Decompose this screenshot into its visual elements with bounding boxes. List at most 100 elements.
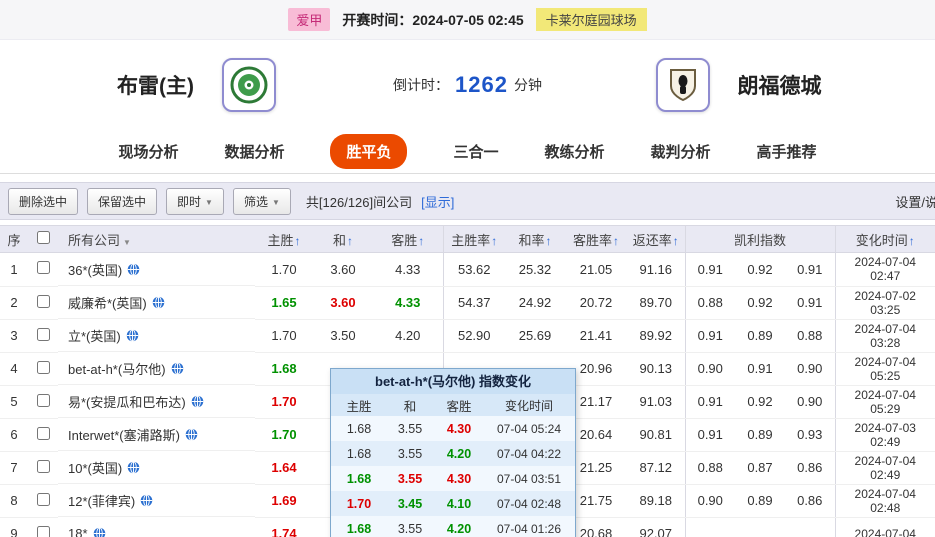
select-all-checkbox[interactable] — [36, 231, 50, 244]
change-hour: 03:25 — [870, 302, 901, 317]
company-cell[interactable]: 立*(英国) — [58, 319, 255, 352]
kelly-draw-cell: 0.92 — [735, 286, 785, 320]
header-away-label: 客胜 — [391, 232, 418, 248]
company-name: 12*(菲律宾) — [68, 493, 136, 509]
row-checkbox[interactable] — [36, 294, 50, 308]
home-odds-cell: 1.64 — [255, 451, 313, 485]
company-cell[interactable]: bet-at-h*(马尔他) — [58, 352, 255, 385]
filter-caret-icon: ▼ — [123, 237, 131, 247]
globe-icon — [171, 361, 183, 375]
row-checkbox[interactable] — [36, 327, 50, 341]
home-odds-cell: 1.74 — [255, 517, 313, 537]
row-checkbox[interactable] — [36, 459, 50, 473]
kelly-home-cell: 0.91 — [685, 252, 735, 287]
company-name: bet-at-h*(马尔他) — [68, 361, 166, 377]
popup-rows: 1.68 3.55 4.30 07-04 05:24 1.68 3.55 4.2… — [331, 416, 575, 537]
instant-dropdown[interactable]: 即时 ▼ — [166, 187, 224, 215]
popup-header-time: 变化时间 — [504, 398, 553, 413]
kelly-draw-cell: 0.89 — [735, 319, 785, 353]
sort-asc-icon: ↑ — [908, 233, 915, 248]
header-change-time[interactable]: 变化时间↑ — [835, 225, 935, 253]
row-checkbox-cell — [28, 451, 58, 485]
home-rate-cell: 52.90 — [443, 319, 505, 353]
chevron-down-icon: ▼ — [271, 197, 280, 207]
company-name: Interwet*(塞浦路斯) — [68, 427, 180, 443]
header-home-label: 主胜 — [267, 232, 294, 248]
change-date: 2024-07-04 — [854, 486, 916, 501]
popup-home-odds: 1.68 — [346, 446, 372, 461]
globe-icon — [127, 262, 140, 276]
row-checkbox[interactable] — [36, 393, 50, 407]
header-company[interactable]: 所有公司 ▼ — [58, 225, 255, 253]
header-home-odds[interactable]: 主胜↑ — [255, 225, 313, 253]
tab-referee-analysis[interactable]: 裁判分析 — [651, 141, 711, 162]
header-company-label: 所有公司 — [68, 232, 121, 248]
return-rate-cell: 92.07 — [627, 517, 686, 537]
delete-selected-button[interactable]: 删除选中 — [8, 187, 79, 215]
popup-home-odds: 1.68 — [346, 421, 372, 436]
keep-selected-button[interactable]: 保留选中 — [87, 187, 158, 215]
company-cell[interactable]: 威廉希*(英国) — [58, 286, 255, 319]
popup-row: 1.68 3.55 4.30 07-04 03:51 — [331, 466, 575, 491]
tab-win-draw-lose[interactable]: 胜平负 — [330, 134, 408, 169]
globe-icon — [127, 460, 140, 474]
row-checkbox-cell — [28, 517, 58, 537]
row-checkbox[interactable] — [36, 360, 50, 374]
company-name: 18* — [68, 525, 88, 537]
kelly-away-cell: 0.91 — [785, 252, 836, 287]
company-cell[interactable]: 12*(菲律宾) — [58, 484, 255, 517]
header-draw-odds[interactable]: 和↑ — [313, 225, 373, 253]
sort-asc-icon: ↑ — [491, 233, 498, 248]
tab-three-in-one[interactable]: 三合一 — [453, 141, 498, 162]
tab-expert-recommend[interactable]: 高手推荐 — [757, 141, 817, 162]
row-checkbox[interactable] — [36, 525, 50, 537]
change-time-cell: 2024-07-04 02:47 — [835, 252, 935, 287]
tab-live-analysis[interactable]: 现场分析 — [118, 141, 178, 162]
show-link[interactable]: [显示] — [421, 192, 454, 211]
kelly-draw-cell — [735, 517, 785, 537]
row-checkbox-cell — [28, 385, 58, 419]
countdown-value: 1262 — [455, 72, 508, 97]
row-checkbox-cell — [28, 484, 58, 518]
header-home-rate-label: 主胜率 — [451, 232, 491, 248]
header-change-time-label: 变化时间 — [855, 232, 908, 248]
header-away-rate[interactable]: 客胜率↑ — [565, 225, 627, 253]
company-cell[interactable]: 36*(英国) — [58, 253, 255, 286]
row-checkbox[interactable] — [36, 492, 50, 506]
kelly-away-cell: 0.90 — [785, 352, 836, 386]
tab-data-analysis[interactable]: 数据分析 — [224, 141, 284, 162]
row-seq: 1 — [0, 252, 28, 287]
sort-asc-icon: ↑ — [294, 233, 301, 248]
league-badge[interactable]: 爱甲 — [288, 8, 331, 31]
kelly-away-cell: 0.93 — [785, 418, 836, 452]
row-checkbox[interactable] — [36, 261, 50, 275]
popup-header-draw: 和 — [403, 399, 417, 414]
globe-icon — [140, 493, 153, 507]
header-away-odds[interactable]: 客胜↑ — [373, 225, 444, 253]
popup-away-odds: 4.20 — [446, 521, 472, 536]
home-team-name: 布雷(主) — [117, 75, 195, 98]
row-seq: 2 — [0, 286, 28, 320]
home-team-logo — [222, 58, 277, 112]
company-cell[interactable]: 10*(英国) — [58, 451, 255, 484]
change-time-cell: 2024-07-04 02:49 — [835, 451, 935, 485]
header-draw-rate[interactable]: 和率↑ — [505, 225, 565, 253]
change-time-cell: 2024-07-04 02:48 — [835, 484, 935, 518]
popup-row: 1.68 3.55 4.20 07-04 04:22 — [331, 441, 575, 466]
filter-dropdown[interactable]: 筛选 ▼ — [232, 187, 291, 215]
company-cell[interactable]: 18* — [58, 517, 255, 537]
company-cell[interactable]: 易*(安提瓜和巴布达) — [58, 385, 255, 418]
return-rate-cell: 91.16 — [627, 252, 686, 287]
popup-home-odds: 1.68 — [346, 471, 372, 486]
popup-away-odds: 4.10 — [446, 496, 472, 511]
header-home-rate[interactable]: 主胜率↑ — [443, 225, 505, 253]
settings-link[interactable]: 设置/说明 — [895, 192, 935, 211]
row-checkbox[interactable] — [36, 426, 50, 440]
tab-coach-analysis[interactable]: 教练分析 — [545, 141, 605, 162]
company-cell[interactable]: Interwet*(塞浦路斯) — [58, 418, 255, 451]
row-checkbox-cell — [28, 319, 58, 353]
header-return-rate[interactable]: 返还率↑ — [627, 225, 686, 253]
popup-header-home: 主胜 — [346, 399, 372, 414]
company-name: 威廉希*(英国) — [68, 295, 147, 311]
draw-rate-cell: 25.69 — [505, 319, 565, 353]
